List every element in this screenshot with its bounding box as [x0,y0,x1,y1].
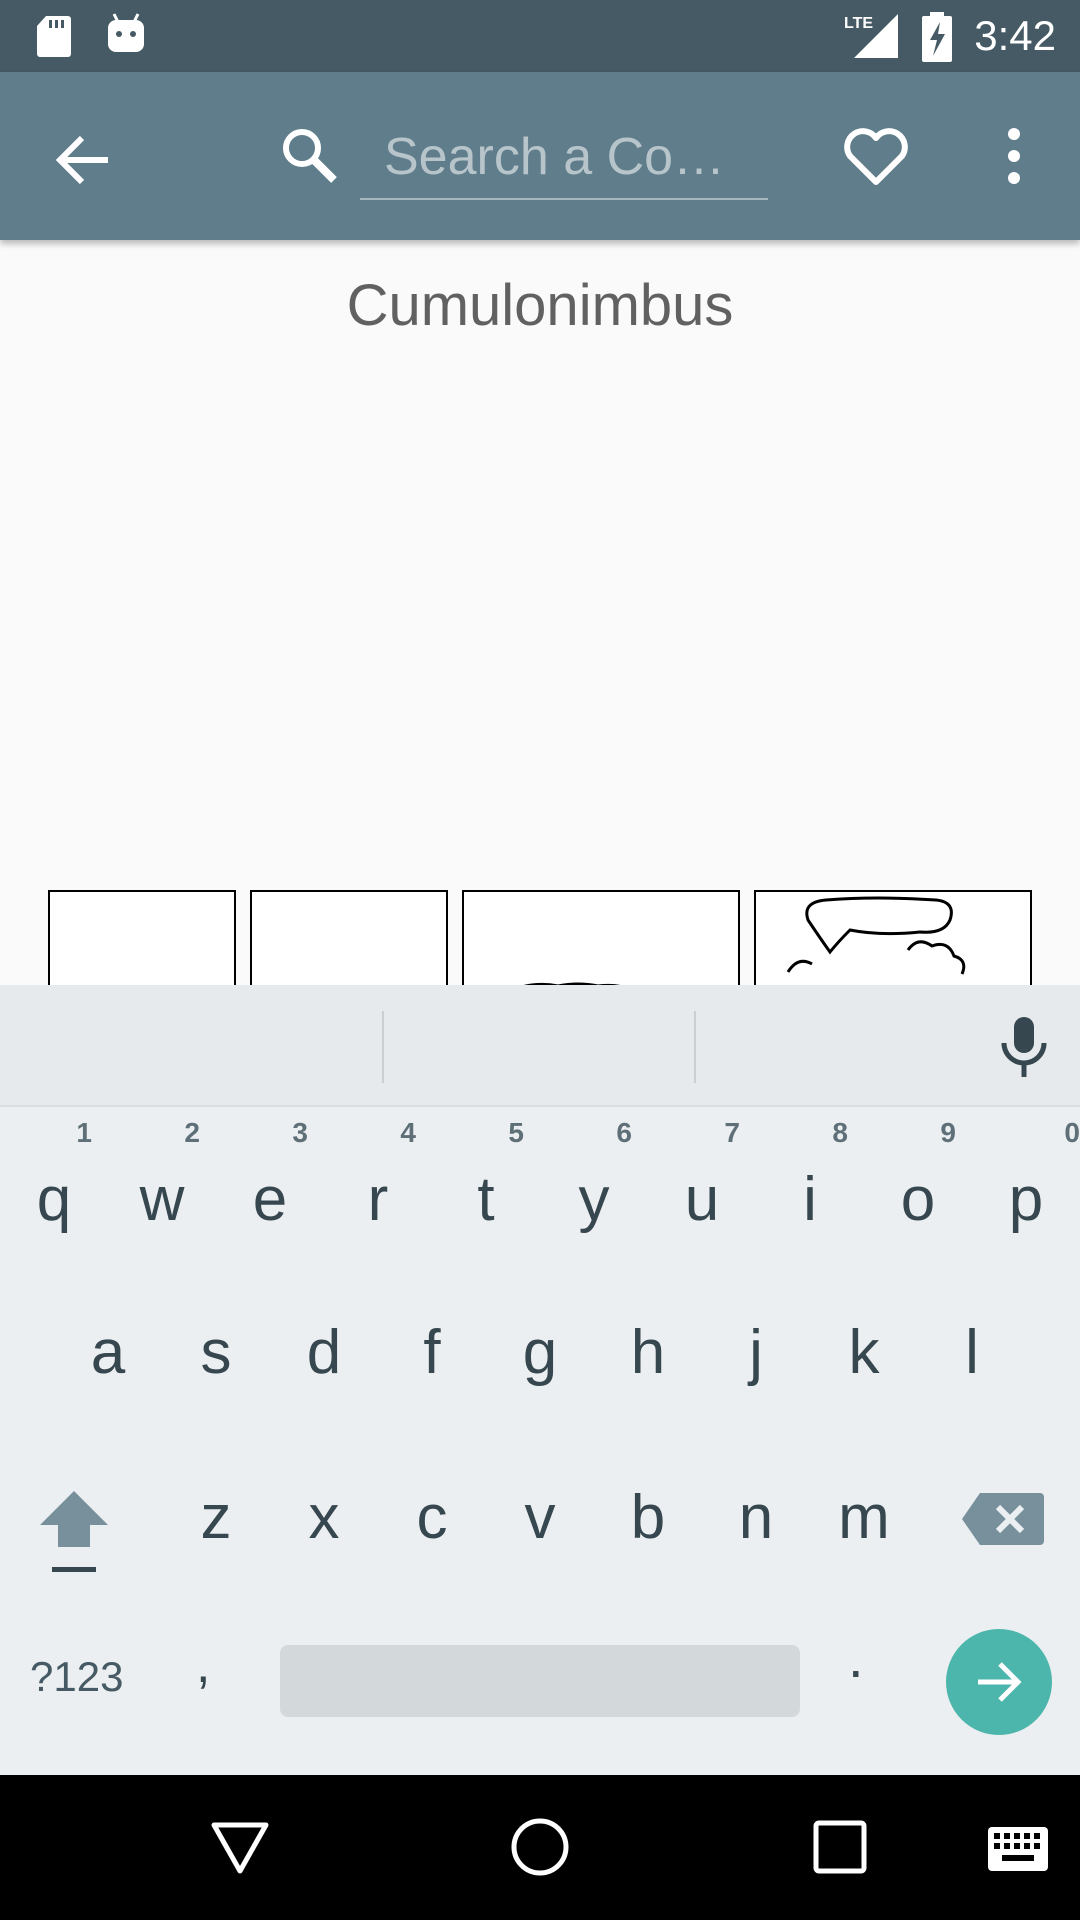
key-v[interactable]: v [490,1443,590,1593]
comic-title: Cumulonimbus [346,273,734,338]
key-i[interactable]: 8i [760,1105,860,1255]
space-bar[interactable] [280,1645,800,1717]
search-input[interactable] [360,116,768,200]
key-s[interactable]: s [166,1278,266,1428]
key-t[interactable]: 5t [436,1105,536,1255]
navigation-bar [0,1775,1080,1920]
comic-content: Cumulonimbus [0,240,1080,985]
arrow-left-icon[interactable] [40,116,128,204]
suggestion-divider [694,1011,696,1083]
status-clock: 3:42 [974,12,1056,59]
key-k[interactable]: k [814,1278,914,1428]
key-l[interactable]: l [922,1278,1022,1428]
key-p[interactable]: 0p [976,1105,1080,1255]
recents-square-icon[interactable] [808,1815,872,1879]
key-n[interactable]: n [706,1443,806,1593]
key-g[interactable]: g [490,1278,590,1428]
go-button[interactable] [946,1629,1052,1735]
lte-signal-icon: LTE [844,14,898,58]
microphone-icon[interactable] [996,1013,1052,1081]
battery-charging-icon [922,12,952,62]
key-d[interactable]: d [274,1278,374,1428]
android-icon [108,13,144,52]
more-vert-icon[interactable] [992,120,1036,192]
key-r[interactable]: 4r [328,1105,428,1255]
key-a[interactable]: a [58,1278,158,1428]
soft-keyboard: 1q 2w 3e 4r 5t 6y 7u 8i 9o 0p a s d f g … [0,985,1080,1775]
svg-text:LTE: LTE [844,15,873,32]
suggestion-divider [382,1011,384,1083]
key-z[interactable]: z [166,1443,266,1593]
key-o[interactable]: 9o [868,1105,968,1255]
sd-card-icon [37,16,71,57]
key-m[interactable]: m [814,1443,914,1593]
arrow-right-icon [978,1662,1022,1702]
comma-key[interactable]: , [196,1635,236,1715]
back-triangle-icon[interactable] [208,1815,272,1879]
key-y[interactable]: 6y [544,1105,644,1255]
key-c[interactable]: c [382,1443,482,1593]
key-q[interactable]: 1q [4,1105,104,1255]
symbols-key[interactable]: ?123 [30,1653,140,1713]
key-e[interactable]: 3e [220,1105,320,1255]
period-key[interactable]: . [848,1625,888,1705]
key-u[interactable]: 7u [652,1105,752,1255]
key-j[interactable]: j [706,1278,806,1428]
key-b[interactable]: b [598,1443,698,1593]
suggestion-strip [0,985,1080,1107]
home-circle-icon[interactable] [508,1815,572,1879]
heart-outline-icon[interactable] [840,120,912,192]
key-f[interactable]: f [382,1278,482,1428]
key-x[interactable]: x [274,1443,374,1593]
search-icon [283,129,337,183]
key-w[interactable]: 2w [112,1105,212,1255]
status-bar: LTE 3:42 [0,0,1080,72]
app-bar [0,72,1080,240]
shift-icon[interactable] [34,1485,114,1585]
key-h[interactable]: h [598,1278,698,1428]
keyboard-icon[interactable] [986,1825,1050,1873]
backspace-icon[interactable] [960,1489,1048,1549]
comic-image[interactable] [48,890,1032,985]
